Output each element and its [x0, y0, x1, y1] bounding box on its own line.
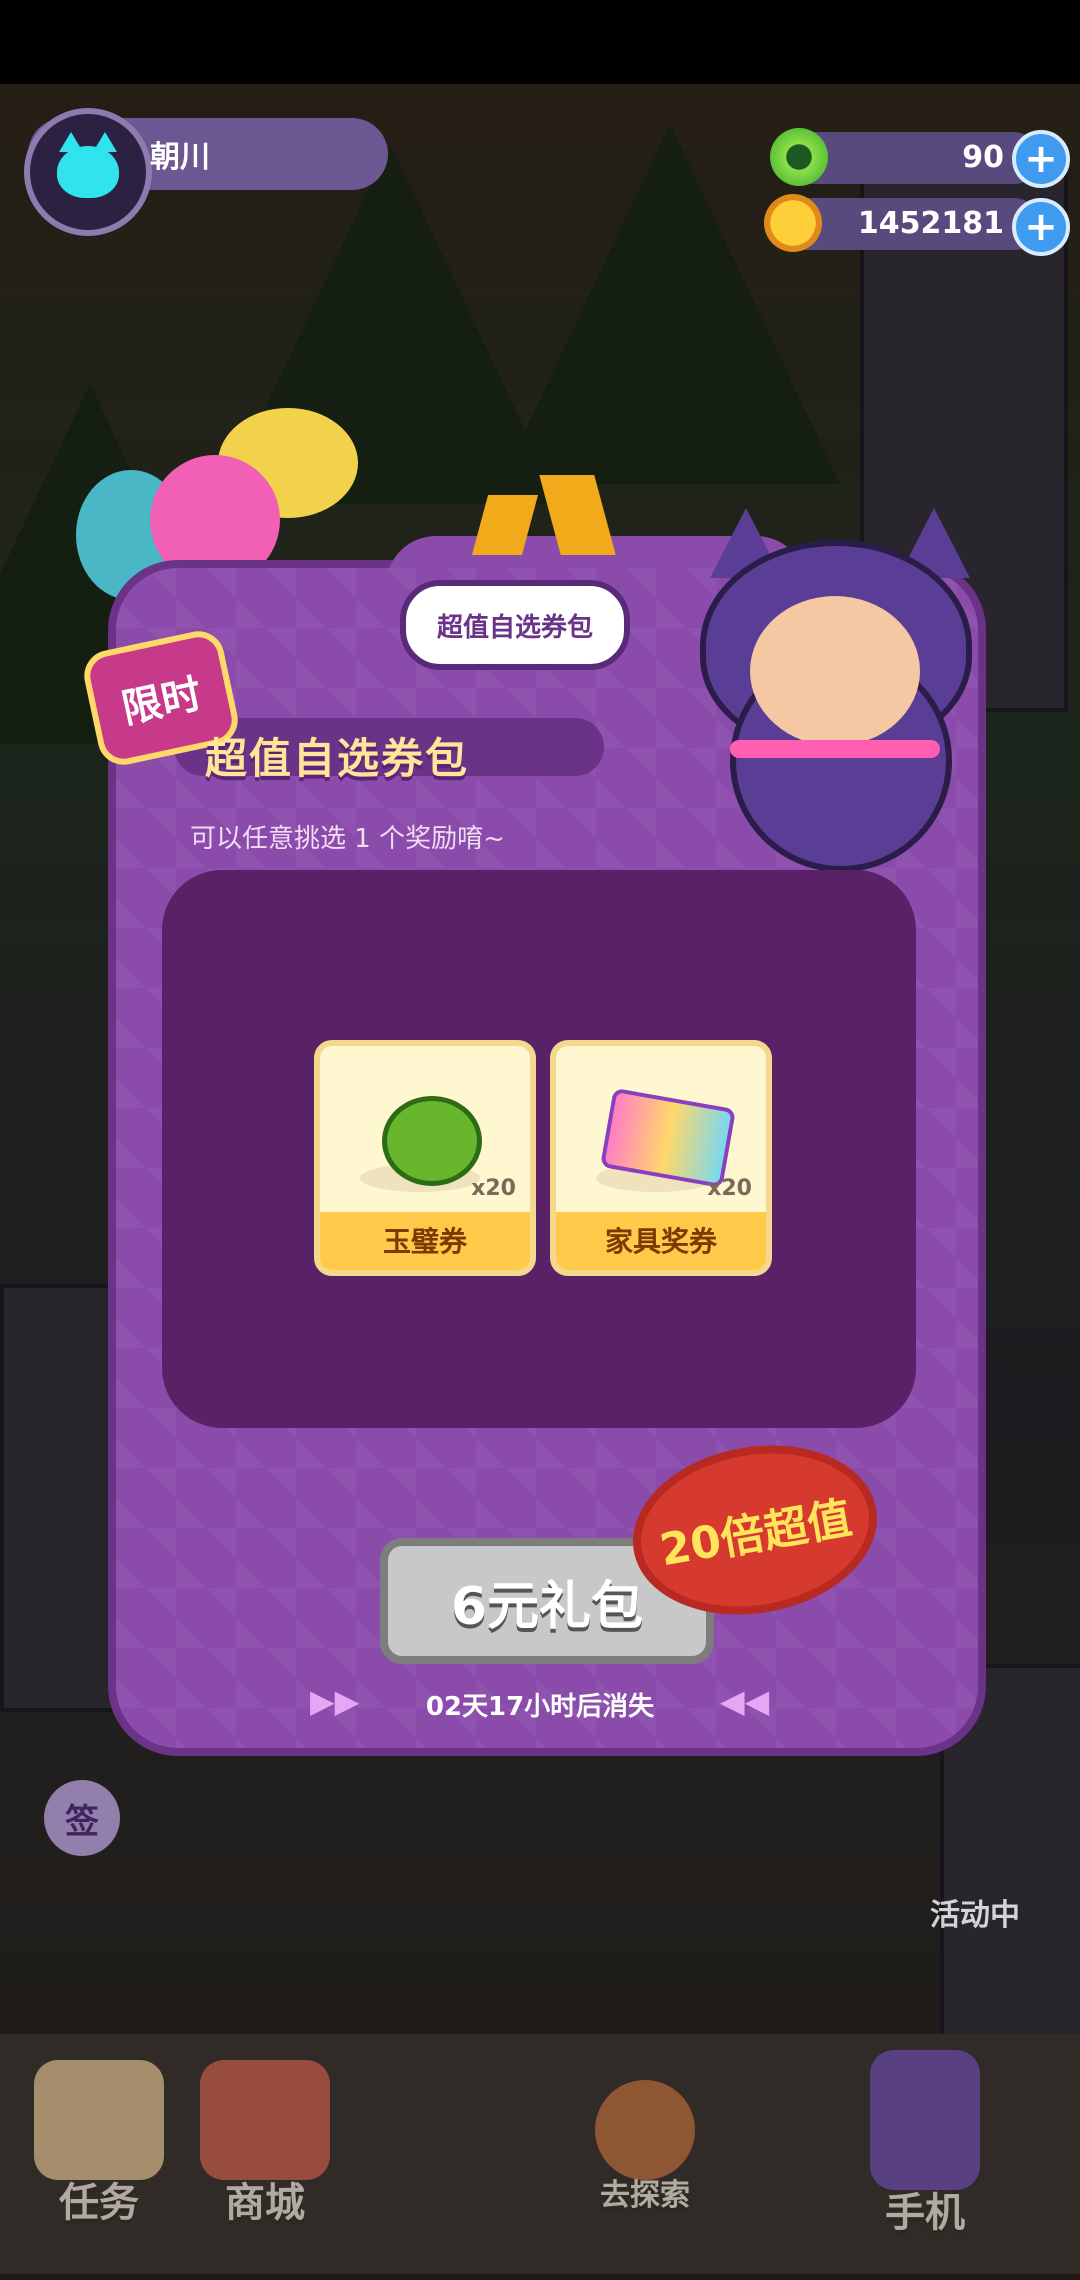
reward-name: 家具奖券 [604, 1225, 717, 1258]
add-gems-button[interactable]: + [1012, 130, 1070, 188]
add-coins-button[interactable]: + [1012, 198, 1070, 256]
phone-icon [870, 2050, 980, 2190]
player-name: 朝川 [150, 140, 210, 175]
activity-label[interactable]: 活动中 [930, 1890, 1020, 1934]
reward-name: 玉璧券 [382, 1225, 467, 1258]
reward-choice-panel [162, 870, 916, 1428]
cat-avatar-icon [57, 132, 119, 198]
arrow-left-icon: ◀◀ [720, 1682, 770, 1720]
nav-label: 去探索 [600, 2178, 690, 2213]
reward-card-furniture-ticket[interactable]: x20 家具奖券 [550, 1040, 772, 1276]
book-icon [34, 2060, 164, 2180]
nav-phone[interactable]: 手机 [840, 2050, 1010, 2238]
shop-icon [200, 2060, 330, 2180]
offer-speech-bubble: 超值自选券包 [400, 580, 630, 670]
reward-quantity: x20 [471, 1176, 516, 1201]
green-bottlecap-icon [382, 1096, 482, 1186]
nav-tasks[interactable]: 任务 [14, 2060, 184, 2228]
mascot-character [690, 500, 990, 880]
reward-quantity: x20 [707, 1176, 752, 1201]
nav-label: 手机 [885, 2190, 965, 2236]
status-bar [0, 0, 1080, 84]
popup-title: 超值自选券包 [205, 734, 470, 783]
nav-label: 任务 [59, 2180, 139, 2226]
nav-explore[interactable]: 去探索 [560, 2080, 730, 2214]
bottom-nav: 任务 商城 去探索 手机 [0, 2040, 1080, 2280]
gem-count: 90 [962, 140, 1004, 175]
nav-label: 商城 [225, 2180, 305, 2226]
countdown-timer: 02天17小时后消失 [425, 1692, 655, 1722]
explore-icon [595, 2080, 695, 2180]
nav-shop[interactable]: 商城 [180, 2060, 350, 2228]
reward-card-jade[interactable]: x20 玉璧券 [314, 1040, 536, 1276]
avatar[interactable] [24, 108, 152, 236]
coin-count: 1452181 [857, 206, 1004, 241]
gift-bow-icon [471, 475, 616, 565]
sign-in-badge[interactable]: 签 [44, 1780, 120, 1856]
popup-subtitle: 可以任意挑选 1 个奖励唷~ [190, 824, 505, 854]
